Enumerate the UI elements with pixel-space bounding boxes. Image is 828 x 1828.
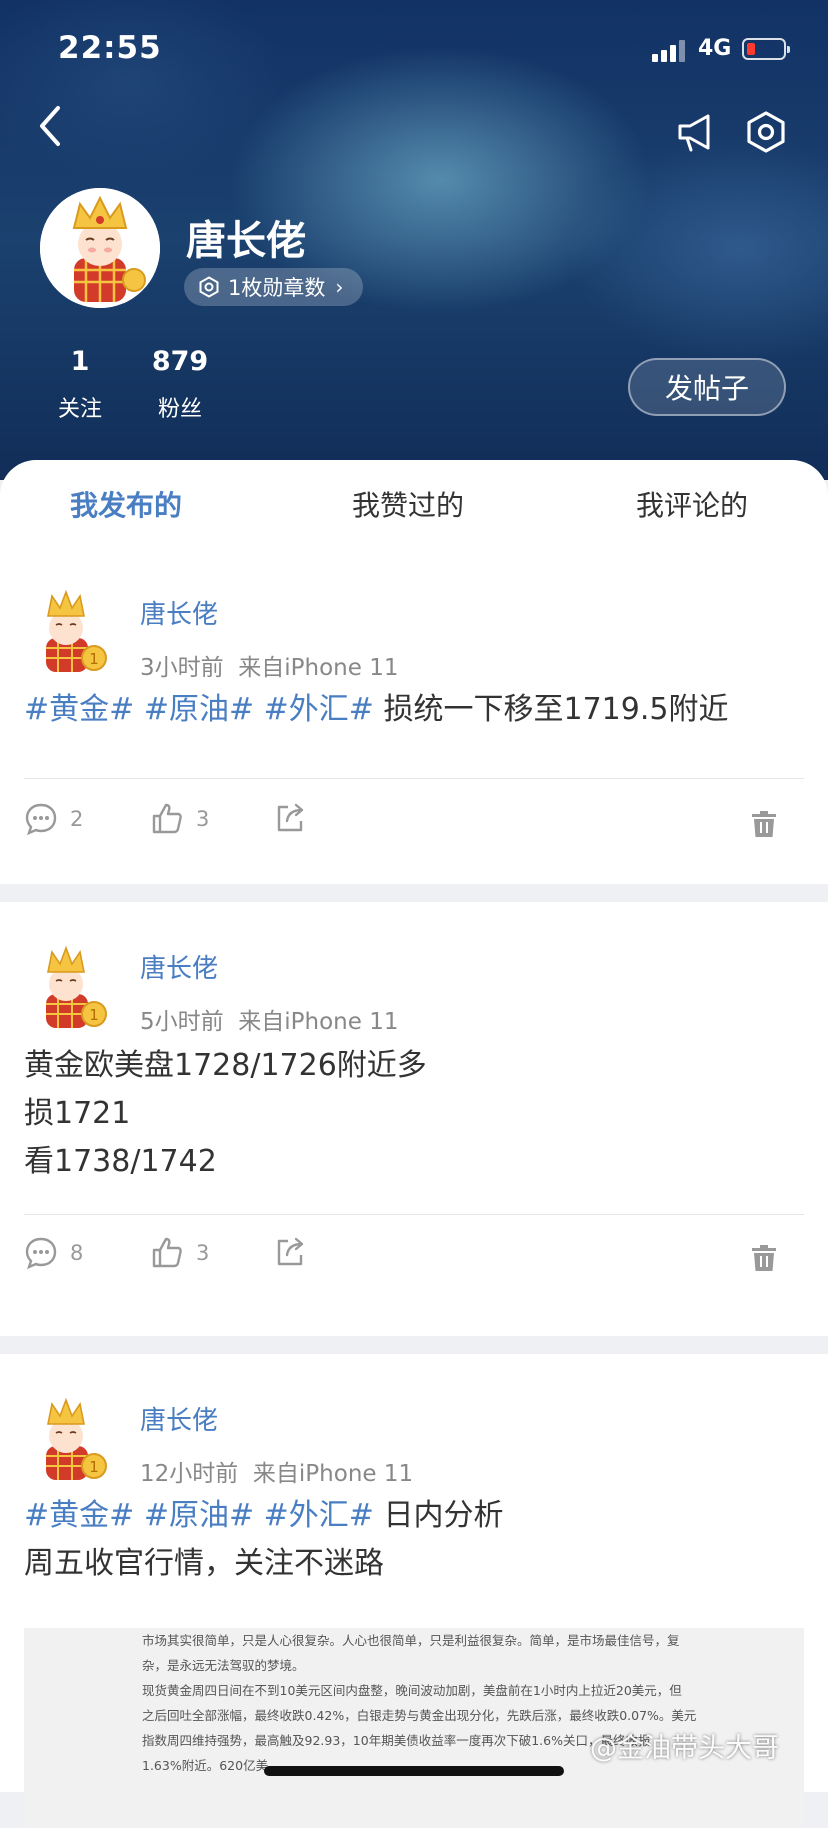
- megaphone-icon[interactable]: [674, 110, 718, 154]
- share-button[interactable]: [274, 802, 318, 834]
- create-post-button[interactable]: 发帖子: [628, 358, 786, 416]
- post-separator: [0, 1336, 828, 1354]
- comment-icon: [25, 1237, 57, 1270]
- divider: [24, 1214, 804, 1215]
- image-text-line: 市场其实很简单，只是人心很复杂。人心也很简单，只是利益很复杂。简单，是市场最佳信…: [142, 1633, 680, 1648]
- following-label: 关注: [57, 397, 102, 422]
- image-text-line: 现货黄金周四日间在不到10美元区间内盘整，晚间波动加剧，美盘前在1小时内上拉近2…: [142, 1683, 682, 1698]
- followers-count: 879: [151, 346, 209, 377]
- home-indicator: [264, 1766, 564, 1776]
- profile-header: 22:55 4G 唐长佬 1枚勋章数 › 1 关注 879 粉丝 发帖子: [0, 0, 828, 480]
- like-button[interactable]: 3: [150, 802, 209, 836]
- post-text-line: 日内分析: [383, 1498, 504, 1533]
- post-meta: 5小时前 来自iPhone 11: [140, 1002, 398, 1036]
- post-avatar[interactable]: 1: [24, 586, 116, 678]
- post-source: 来自iPhone 11: [238, 1009, 399, 1035]
- hashtag[interactable]: #黄金#: [24, 692, 134, 727]
- comment-button[interactable]: 2: [24, 802, 83, 836]
- avatar[interactable]: [40, 188, 160, 308]
- share-icon: [277, 803, 304, 832]
- post-text-line: 周五收官行情，关注不迷路: [24, 1546, 384, 1581]
- post-avatar[interactable]: 1: [24, 1394, 116, 1486]
- comment-button[interactable]: 8: [24, 1236, 83, 1270]
- post-text-line: 黄金欧美盘1728/1726附近多: [24, 1048, 427, 1083]
- post-text-line: 损统一下移至1719.5附近: [383, 692, 729, 727]
- status-time: 22:55: [58, 30, 162, 66]
- like-count: 3: [196, 807, 210, 831]
- post-time: 12小时前: [140, 1461, 239, 1487]
- battery-icon: [742, 38, 790, 60]
- settings-icon[interactable]: [744, 110, 788, 154]
- post-author[interactable]: 唐长佬: [140, 594, 218, 631]
- following-stat[interactable]: 1 关注: [48, 346, 112, 423]
- post-source: 来自iPhone 11: [238, 655, 399, 681]
- image-text-line: 之后回吐全部涨幅，最终收跌0.42%，白银走势与黄金出现分化，先跌后涨，最终收跌…: [142, 1708, 697, 1723]
- post-body: #黄金# #原油# #外汇# 日内分析: [24, 1492, 503, 1540]
- like-button[interactable]: 3: [150, 1236, 209, 1270]
- post-avatar[interactable]: 1: [24, 942, 116, 1034]
- tab-commented[interactable]: 我评论的: [636, 484, 748, 524]
- svg-text:1: 1: [89, 650, 99, 668]
- tab-my-posts[interactable]: 我发布的: [70, 484, 182, 524]
- post-author[interactable]: 唐长佬: [140, 948, 218, 985]
- like-icon: [152, 1237, 182, 1268]
- hashtag[interactable]: #外汇#: [264, 692, 374, 727]
- post-body: #黄金# #原油# #外汇# 损统一下移至1719.5附近: [24, 686, 728, 734]
- like-icon: [152, 803, 182, 834]
- badge-count-pill[interactable]: 1枚勋章数 ›: [184, 268, 364, 306]
- profile-username: 唐长佬: [186, 218, 306, 264]
- post-source: 来自iPhone 11: [252, 1461, 414, 1487]
- badge-label: 1枚勋章数: [228, 276, 326, 300]
- watermark: @金油带头大哥: [590, 1733, 779, 1764]
- divider: [24, 778, 804, 779]
- content-panel: 我发布的 我赞过的 我评论的 1 唐长佬 3小时前 来自iPhone 11 #黄…: [0, 460, 828, 1792]
- svg-text:1: 1: [89, 1458, 99, 1476]
- comment-count: 2: [70, 807, 84, 831]
- hashtag[interactable]: #原油#: [144, 692, 254, 727]
- trash-icon[interactable]: [748, 1242, 780, 1274]
- post-time: 5小时前: [140, 1009, 224, 1035]
- post-meta: 12小时前 来自iPhone 11: [140, 1454, 413, 1488]
- svg-text:1: 1: [89, 1006, 99, 1024]
- post-text-line: 损1721: [24, 1096, 131, 1131]
- trash-icon[interactable]: [748, 808, 780, 840]
- post-text-line: 看1738/1742: [24, 1144, 217, 1179]
- followers-stat[interactable]: 879 粉丝: [146, 346, 214, 423]
- image-text-line: 杂，是永远无法驾驭的梦境。: [142, 1658, 305, 1673]
- tab-liked[interactable]: 我赞过的: [352, 484, 464, 524]
- post-separator: [0, 884, 828, 902]
- signal-icon: [652, 38, 688, 62]
- hashtag[interactable]: #外汇#: [264, 1498, 374, 1533]
- hashtag[interactable]: #原油#: [144, 1498, 254, 1533]
- back-icon[interactable]: [30, 102, 70, 150]
- like-count: 3: [196, 1241, 210, 1265]
- comment-count: 8: [70, 1241, 84, 1265]
- medal-icon: [199, 276, 219, 298]
- hashtag[interactable]: #黄金#: [24, 1498, 134, 1533]
- followers-label: 粉丝: [157, 397, 202, 422]
- post-card: 1 唐长佬 5小时前 来自iPhone 11 黄金欧美盘1728/1726附近多…: [0, 902, 828, 1310]
- comment-icon: [25, 803, 57, 836]
- post-time: 3小时前: [140, 655, 224, 681]
- following-count: 1: [70, 346, 90, 377]
- post-author[interactable]: 唐长佬: [140, 1400, 218, 1437]
- network-label: 4G: [698, 36, 732, 61]
- post-card: 1 唐长佬 3小时前 来自iPhone 11 #黄金# #原油# #外汇# 损统…: [0, 546, 828, 874]
- share-icon: [277, 1237, 304, 1266]
- chevron-right-icon: ›: [335, 275, 344, 299]
- share-button[interactable]: [274, 1236, 318, 1268]
- post-meta: 3小时前 来自iPhone 11: [140, 648, 398, 682]
- tab-bar: 我发布的 我赞过的 我评论的: [0, 460, 828, 546]
